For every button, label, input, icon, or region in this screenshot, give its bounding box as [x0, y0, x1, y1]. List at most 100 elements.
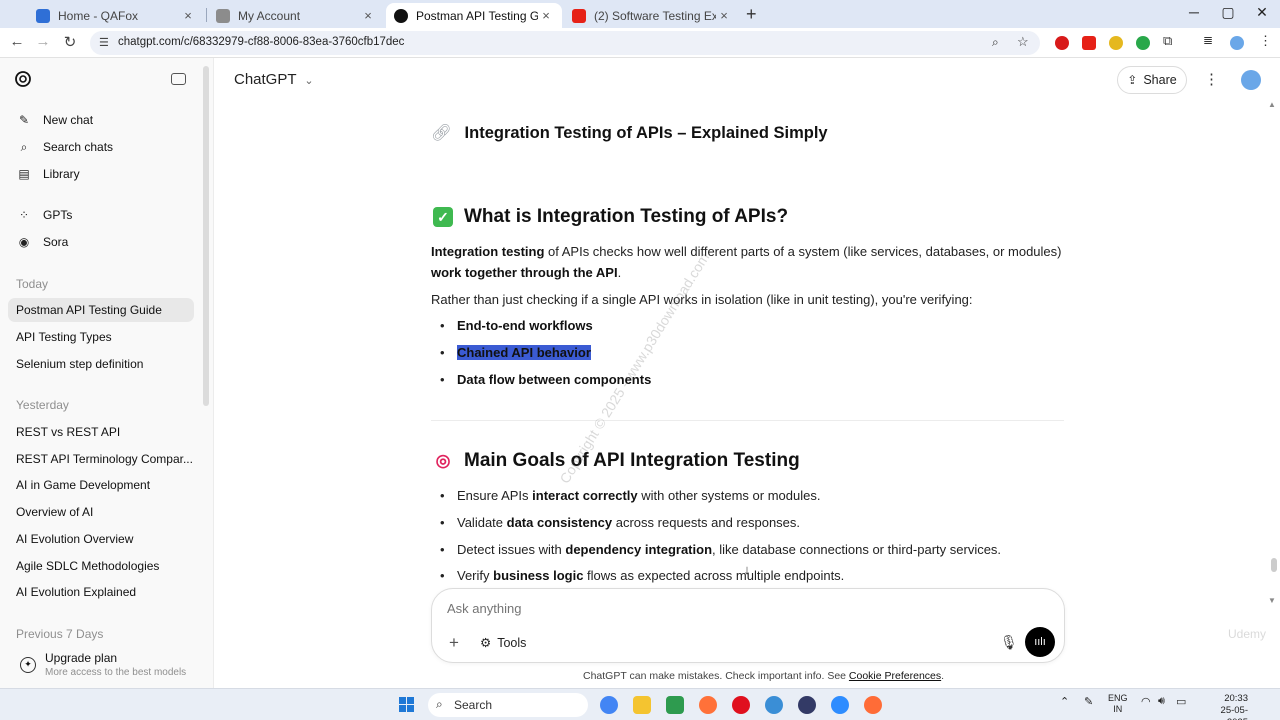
reading-list-icon[interactable]: ≣	[1203, 33, 1213, 47]
close-tab-icon[interactable]: ×	[180, 8, 196, 23]
tools-button[interactable]: ⚙ Tools	[480, 635, 526, 650]
app-dark-taskbar-icon[interactable]	[798, 696, 816, 714]
scroll-down-arrow-icon[interactable]: ▼	[1268, 596, 1276, 605]
profile-icon[interactable]	[1230, 36, 1244, 50]
paragraph: Rather than just checking if a single AP…	[431, 292, 973, 307]
chat-history-item[interactable]: AI Evolution Overview	[8, 527, 194, 551]
tab-my-account[interactable]: My Account ×	[208, 3, 384, 28]
file-explorer-taskbar-icon[interactable]	[633, 696, 651, 714]
sidebar-item-search-chats[interactable]: ⌕ Search chats	[8, 135, 194, 159]
chrome-taskbar-icon[interactable]	[600, 696, 618, 714]
chat-history-item[interactable]: AI in Game Development	[8, 473, 194, 497]
wifi-icon[interactable]: ◠	[1141, 695, 1151, 708]
youtube-extension-icon[interactable]	[1082, 36, 1096, 50]
share-label: Share	[1143, 73, 1177, 87]
openai-logo-icon[interactable]	[14, 70, 32, 88]
close-tab-icon[interactable]: ×	[538, 8, 554, 23]
more-options-icon[interactable]: ⋮	[1204, 70, 1219, 88]
maximize-button[interactable]: ▢	[1218, 4, 1238, 21]
windows-start-icon[interactable]	[399, 697, 415, 713]
chat-history-item[interactable]: Selenium step definition	[8, 352, 194, 376]
new-tab-button[interactable]: +	[746, 4, 757, 25]
tab-youtube[interactable]: (2) Software Testing Expert Talk ×	[564, 3, 740, 28]
bold-text: interact correctly	[532, 488, 638, 503]
app-green-taskbar-icon[interactable]	[666, 696, 684, 714]
volume-icon[interactable]: 🔊︎	[1158, 695, 1165, 708]
chat-history-item[interactable]: REST vs REST API	[8, 420, 194, 444]
sidebar-item-new-chat[interactable]: ✎ New chat	[8, 108, 194, 132]
clock-date: 25-05-2025	[1220, 705, 1248, 720]
address-bar[interactable]: ☰ chatgpt.com/c/68332979-cf88-8006-83ea-…	[90, 31, 1040, 55]
postman-taskbar-icon[interactable]	[864, 696, 882, 714]
disclaimer-end: .	[941, 670, 945, 682]
tab-title: (2) Software Testing Expert Talk	[594, 8, 716, 23]
language-indicator[interactable]: ENG IN	[1108, 693, 1128, 715]
chat-history-item[interactable]: Agile SDLC Methodologies	[8, 554, 194, 578]
close-tab-icon[interactable]: ×	[716, 8, 732, 23]
sidebar-item-label: GPTs	[43, 208, 73, 222]
tab-home-qafox[interactable]: Home - QAFox ×	[28, 3, 204, 28]
bold-text: dependency integration	[565, 542, 713, 557]
chat-history-item[interactable]: AI Evolution Explained	[8, 580, 194, 604]
chat-input[interactable]	[447, 601, 947, 616]
opera-taskbar-icon[interactable]	[732, 696, 750, 714]
globe-taskbar-icon[interactable]	[765, 696, 783, 714]
sidebar-scrollbar[interactable]	[203, 66, 209, 406]
zoom-icon[interactable]: ⌕	[992, 35, 999, 50]
taskbar-search-label: Search	[454, 698, 493, 712]
sidebar-item-label: Library	[43, 167, 80, 181]
chat-history-item[interactable]: REST API Terminology Compar...	[8, 447, 194, 471]
sidebar-item-sora[interactable]: ◉ Sora	[8, 230, 194, 254]
waveform-icon: ıılı	[1034, 636, 1046, 648]
browser-menu-icon[interactable]: ⋮	[1259, 33, 1272, 49]
close-tab-icon[interactable]: ×	[360, 8, 376, 23]
search-icon: ⌕	[20, 139, 28, 154]
attach-plus-icon[interactable]: +	[449, 633, 459, 653]
toggle-sidebar-icon[interactable]	[171, 73, 186, 85]
battery-icon[interactable]: ▭	[1176, 695, 1186, 708]
title-text: Integration Testing of APIs – Explained …	[464, 124, 828, 142]
site-info-icon[interactable]: ☰	[99, 36, 109, 49]
cookie-preferences-link[interactable]: Cookie Preferences	[849, 670, 941, 682]
selected-text[interactable]: Chained API behavior	[457, 345, 591, 360]
text: with other systems or modules.	[637, 488, 821, 503]
taskbar-search[interactable]: ⌕ Search	[428, 693, 588, 717]
back-button[interactable]: ←	[7, 33, 27, 50]
extension-yellow-icon[interactable]	[1109, 36, 1123, 50]
extension-green-icon[interactable]	[1136, 36, 1150, 50]
bold-text: work together through the API	[431, 265, 618, 280]
voice-mode-button[interactable]: ıılı	[1025, 627, 1055, 657]
extensions-puzzle-icon[interactable]: ⧉	[1163, 33, 1172, 49]
opera-extension-icon[interactable]	[1055, 36, 1069, 50]
forward-button[interactable]: →	[33, 33, 53, 50]
model-selector[interactable]: ChatGPT ⌄	[234, 71, 314, 88]
upgrade-icon: ✦	[20, 657, 36, 673]
pen-icon[interactable]: ✎	[1084, 695, 1093, 708]
close-window-button[interactable]: ✕	[1252, 4, 1272, 21]
chat-history-item[interactable]: Postman API Testing Guide	[8, 298, 194, 322]
system-clock[interactable]: 20:33 25-05-2025	[1200, 693, 1248, 720]
sliders-icon: ⚙	[480, 636, 492, 650]
browser-tab-strip: Home - QAFox × My Account × Postman API …	[0, 0, 1280, 28]
zoom-taskbar-icon[interactable]	[831, 696, 849, 714]
chat-history-item[interactable]: Overview of AI	[8, 500, 194, 524]
reload-button[interactable]: ↻	[60, 33, 80, 51]
sidebar-item-library[interactable]: ▤ Library	[8, 162, 194, 186]
minimize-button[interactable]: ─	[1184, 4, 1204, 20]
model-name: ChatGPT	[234, 71, 297, 88]
scroll-to-bottom-button[interactable]: ↓	[738, 562, 756, 580]
scroll-up-arrow-icon[interactable]: ▲	[1268, 100, 1276, 109]
sidebar-item-gpts[interactable]: ⁘ GPTs	[8, 203, 194, 227]
upgrade-plan-button[interactable]: ✦ Upgrade plan More access to the best m…	[8, 648, 198, 688]
avatar[interactable]	[1241, 70, 1261, 90]
tab-postman-api-testing-guide[interactable]: Postman API Testing Guide ×	[386, 3, 562, 28]
firefox-taskbar-icon[interactable]	[699, 696, 717, 714]
bookmark-star-icon[interactable]: ☆	[1017, 34, 1029, 50]
chat-history-item[interactable]: API Testing Types	[8, 325, 194, 349]
sidebar-item-label: Sora	[43, 235, 69, 249]
microphone-icon[interactable]: 🎙︎	[1000, 634, 1018, 651]
tray-overflow-icon[interactable]: ⌃	[1060, 695, 1069, 708]
main-scrollbar-thumb[interactable]	[1271, 558, 1277, 572]
gpts-grid-icon: ⁘	[18, 208, 30, 222]
share-button[interactable]: ⇪ Share	[1117, 66, 1187, 94]
